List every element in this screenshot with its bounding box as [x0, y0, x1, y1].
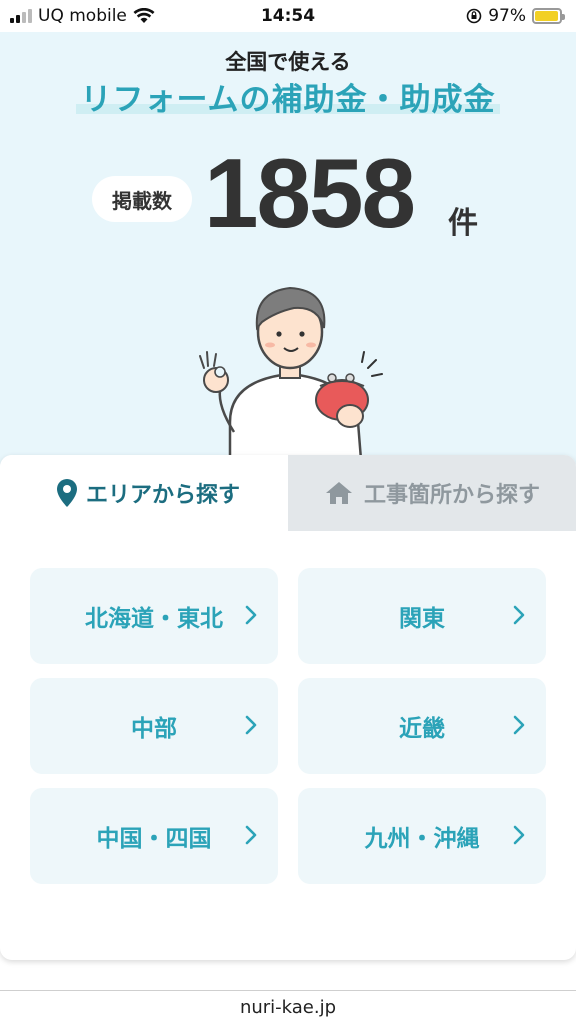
tab-area[interactable]: エリアから探す — [0, 455, 288, 531]
region-button-chubu[interactable]: 中部 — [30, 678, 278, 774]
house-icon — [325, 482, 352, 504]
tab-area-label: エリアから探す — [85, 483, 240, 508]
region-label: 九州・沖縄 — [364, 826, 480, 852]
wifi-icon — [133, 8, 155, 23]
tab-construction[interactable]: 工事箇所から探す — [288, 455, 576, 531]
region-button-hokkaido-tohoku[interactable]: 北海道・東北 — [30, 568, 278, 664]
hero-title: リフォームの補助金・助成金 — [80, 82, 496, 118]
count-label: 掲載数 — [92, 176, 192, 222]
orientation-lock-icon — [466, 8, 482, 24]
chevron-right-icon — [513, 825, 525, 845]
person-with-purse-illustration — [199, 286, 383, 472]
region-label: 中国・四国 — [96, 826, 212, 852]
hero-subtitle: 全国で使える — [225, 50, 351, 74]
tab-area-label-wrap: エリアから探す — [48, 477, 240, 509]
hero-section: 全国で使える リフォームの補助金・助成金 掲載数 1858 件 — [0, 32, 576, 472]
chevron-right-icon — [245, 605, 257, 625]
region-label: 関東 — [399, 606, 445, 632]
chevron-right-icon — [245, 715, 257, 735]
chevron-right-icon — [245, 825, 257, 845]
region-label: 中部 — [131, 716, 177, 742]
region-label: 北海道・東北 — [85, 606, 223, 632]
carrier-name: UQ mobile — [38, 6, 127, 26]
battery-percent: 97% — [488, 6, 526, 26]
status-left: UQ mobile — [10, 6, 155, 26]
chevron-right-icon — [513, 715, 525, 735]
region-button-chugoku-shikoku[interactable]: 中国・四国 — [30, 788, 278, 884]
chevron-right-icon — [513, 605, 525, 625]
status-right: 97% — [466, 6, 565, 26]
battery-icon — [532, 8, 565, 24]
region-button-kyushu-okinawa[interactable]: 九州・沖縄 — [298, 788, 546, 884]
status-bar: UQ mobile 14:54 97% — [0, 0, 576, 32]
search-card: エリアから探す 工事箇所から探す 北海道・東北 関東 中部 近畿 中国・四国 九… — [0, 455, 576, 960]
region-button-kinki[interactable]: 近畿 — [298, 678, 546, 774]
region-button-kanto[interactable]: 関東 — [298, 568, 546, 664]
tab-construction-label: 工事箇所から探す — [363, 483, 540, 508]
count-unit: 件 — [448, 206, 478, 241]
count-value: 1858 — [204, 138, 416, 248]
location-pin-icon — [56, 479, 77, 507]
browser-url[interactable]: nuri-kae.jp — [0, 990, 576, 1024]
signal-icon — [10, 9, 32, 23]
region-label: 近畿 — [399, 716, 445, 742]
